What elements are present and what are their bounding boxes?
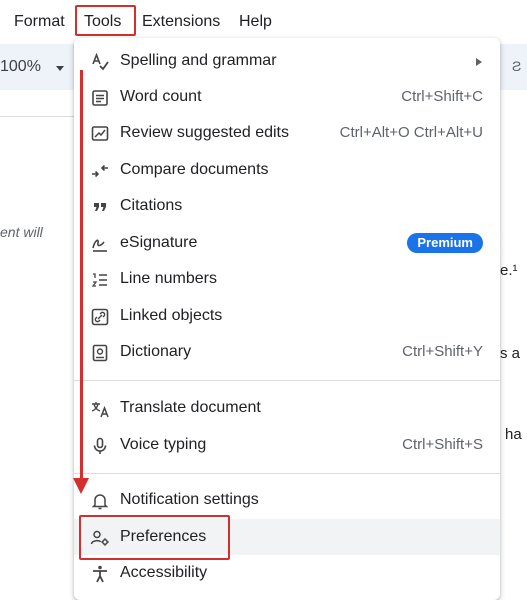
menu-item-dictionary[interactable]: Dictionary Ctrl+Shift+Y [74, 334, 500, 370]
preferences-highlight-box [79, 515, 230, 560]
signature-icon [90, 234, 110, 254]
menu-item-citations[interactable]: Citations [74, 188, 500, 224]
keyboard-shortcut: Ctrl+Shift+C [401, 88, 483, 105]
review-edits-icon [90, 124, 110, 144]
menu-item-label: Dictionary [120, 343, 192, 360]
menu-extensions[interactable]: Extensions [142, 13, 220, 31]
menu-item-spelling-and-grammar[interactable]: Spelling and grammar [74, 43, 500, 79]
menu-item-review-suggested-edits[interactable]: Review suggested edits Ctrl+Alt+O Ctrl+A… [74, 115, 500, 151]
link-icon [90, 307, 110, 327]
submenu-arrow-icon [476, 58, 482, 66]
translate-icon [90, 399, 110, 419]
keyboard-shortcut: Ctrl+Shift+Y [402, 343, 483, 360]
word-count-icon [90, 88, 110, 108]
annotation-arrow-line [80, 70, 83, 480]
chevron-down-icon[interactable] [56, 66, 64, 71]
accessibility-icon [90, 564, 110, 584]
menu-item-label: Line numbers [120, 270, 217, 287]
menu-item-label: Review suggested edits [120, 124, 289, 141]
menu-item-label: Voice typing [120, 436, 207, 453]
keyboard-shortcut: Ctrl+Shift+S [402, 436, 483, 453]
compare-icon [90, 161, 110, 181]
menu-item-label: Accessibility [120, 564, 208, 581]
bell-icon [90, 491, 110, 511]
menu-item-label: Notification settings [120, 491, 259, 508]
menu-item-label: eSignature [120, 234, 198, 251]
premium-badge: Premium [407, 233, 483, 253]
menu-item-label: Spelling and grammar [120, 52, 277, 69]
microphone-icon [90, 436, 110, 456]
keyboard-shortcut: Ctrl+Alt+O Ctrl+Alt+U [339, 124, 483, 141]
spellcheck-icon [90, 52, 110, 72]
annotation-arrow-head [73, 478, 89, 494]
menu-item-label: Linked objects [120, 307, 223, 324]
menu-item-notification-settings[interactable]: Notification settings [74, 482, 500, 518]
quote-icon [90, 197, 110, 217]
menu-divider [74, 380, 500, 381]
menu-item-linked-objects[interactable]: Linked objects [74, 298, 500, 334]
menu-item-accessibility[interactable]: Accessibility [74, 555, 500, 591]
menu-item-word-count[interactable]: Word count Ctrl+Shift+C [74, 79, 500, 115]
tools-highlight-box [75, 5, 136, 36]
dictionary-icon [90, 343, 110, 363]
menu-item-label: Compare documents [120, 161, 269, 178]
menu-item-voice-typing[interactable]: Voice typing Ctrl+Shift+S [74, 427, 500, 463]
menu-help[interactable]: Help [239, 13, 272, 31]
document-text-fragment: ha [505, 426, 522, 443]
menu-item-label: Citations [120, 197, 183, 214]
document-text-fragment: e.¹ [500, 262, 518, 279]
menu-format[interactable]: Format [14, 13, 65, 31]
menu-item-label: Translate document [120, 399, 261, 416]
menu-item-translate-document[interactable]: Translate document [74, 390, 500, 426]
zoom-select[interactable]: 100% [0, 58, 41, 76]
menu-item-esignature[interactable]: eSignature Premium [74, 225, 500, 261]
menu-item-compare-documents[interactable]: Compare documents [74, 152, 500, 188]
document-text-fragment: ent will [0, 224, 43, 240]
menu-item-line-numbers[interactable]: Line numbers [74, 261, 500, 297]
document-divider [0, 116, 82, 117]
menu-divider [74, 473, 500, 474]
document-text-fragment: s a [500, 345, 521, 362]
line-numbers-icon [90, 270, 110, 290]
toolbar-edge-glyph[interactable]: Ƨ [512, 58, 521, 74]
menu-item-label: Word count [120, 88, 202, 105]
